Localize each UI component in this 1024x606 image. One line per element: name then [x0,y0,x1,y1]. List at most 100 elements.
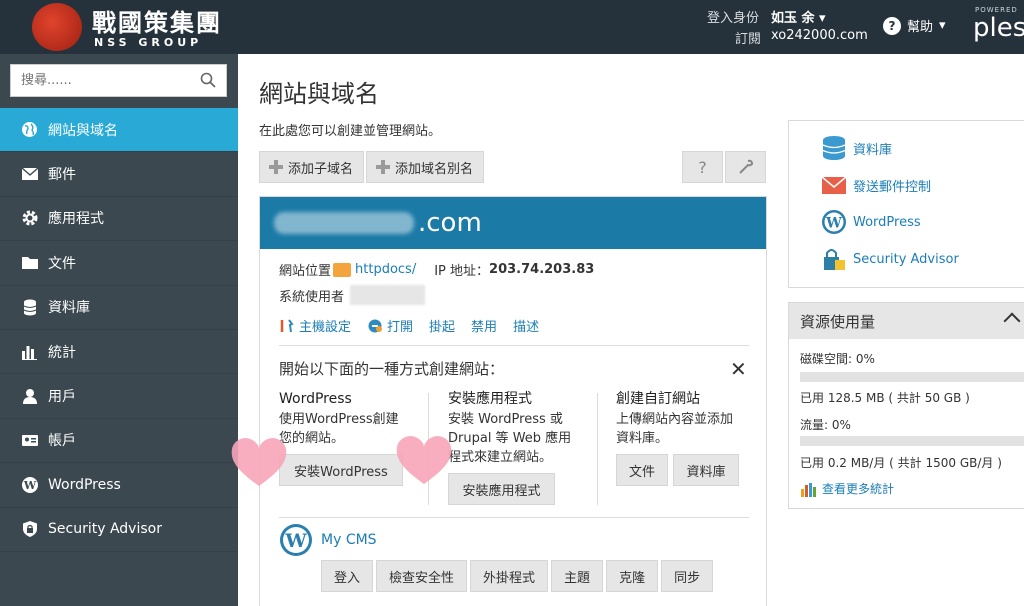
chevron-up-icon[interactable] [1003,312,1021,330]
plus-icon [268,159,284,175]
resource-usage-title: 資源使用量 [800,312,876,331]
custom-site-desc-2: 資料庫。 [616,431,669,446]
add-subdomain-button[interactable]: 添加子域名 [259,151,365,183]
sidebar-item-wordpress[interactable]: W WordPress [0,463,238,508]
cms-sync-button[interactable]: 同步 [661,560,714,592]
action-label: 掛起 [429,320,456,335]
open-link[interactable]: 打開 [367,316,413,335]
site-location-label: 網站位置 [279,264,332,279]
plus-icon [375,159,391,175]
close-icon[interactable]: ✕ [730,357,747,381]
mail-control-link[interactable]: 發送郵件控制 [821,172,931,198]
search-input[interactable] [11,65,191,96]
sidebar-item-label: 應用程式 [48,211,104,228]
cms-clone-button[interactable]: 克隆 [606,560,659,592]
wrench-icon [738,159,753,174]
apps-option-title: 安裝應用程式 [448,391,532,407]
heart-sticker [396,436,452,484]
system-user-redacted [350,285,426,305]
apps-option: 安裝應用程式 安裝 WordPress 或 Drupal 等 Web 應用 程式… [448,390,571,467]
database-icon [822,136,846,160]
description-link[interactable]: 描述 [513,316,539,335]
install-wordpress-button[interactable]: 安裝WordPress [279,454,403,486]
sidebar-item-mail[interactable]: 郵件 [0,152,238,197]
sidebar-item-files[interactable]: 文件 [0,241,238,286]
hosting-settings-link[interactable]: 主機設定 [279,316,351,335]
files-button[interactable]: 文件 [616,454,668,486]
sidebar-item-account[interactable]: 帳戶 [0,419,238,464]
custom-site-title: 創建自訂網站 [616,391,700,407]
svg-text:W: W [825,216,842,232]
sidebar-item-label: 文件 [48,255,76,272]
cms-button-label: 主題 [564,570,591,586]
action-label: 打開 [387,320,414,335]
start-title: 開始以下面的一種方式創建網站： [279,360,505,378]
resource-usage-header[interactable]: 資源使用量 [789,303,1024,339]
sidebar-item-applications[interactable]: 應用程式 [0,197,238,242]
security-advisor-link[interactable]: Security Advisor [821,246,959,272]
sidebar-item-label: 網站與域名 [48,122,118,139]
sidebar-item-statistics[interactable]: 統計 [0,330,238,375]
cms-plugins-button[interactable]: 外掛程式 [470,560,549,592]
cms-themes-button[interactable]: 主題 [551,560,604,592]
cms-check-security-button[interactable]: 檢查安全性 [376,560,468,592]
apps-option-desc-2: Drupal 等 Web 應用 [448,431,572,446]
svg-text:W: W [284,530,307,552]
domain-card: .com 網站位置 httpdocs/ IP 地址： 203.74.203.83… [231,196,767,606]
sidebar-item-websites[interactable]: 網站與域名 [0,108,238,153]
sidebar-item-security-advisor[interactable]: Security Advisor [0,508,238,552]
more-stats-link[interactable]: 查看更多統計 [800,480,894,497]
add-subdomain-label: 添加子域名 [288,161,354,177]
subscription-domain[interactable]: xo242000.com [771,28,868,43]
site-location-row: 網站位置 httpdocs/ IP 地址： 203.74.203.83 [279,260,594,279]
cms-login-button[interactable]: 登入 [321,560,374,592]
wordpress-option-desc-1: 使用WordPress創建 [279,412,399,427]
install-wordpress-label: 安裝WordPress [294,464,388,480]
shield-lock-icon [824,249,845,270]
globe-icon [20,120,39,139]
cms-button-label: 同步 [674,570,701,586]
suspend-link[interactable]: 掛起 [429,316,455,335]
search-box [10,64,227,97]
cms-name-link[interactable]: My CMS [321,532,377,548]
bar-chart-icon [20,342,39,361]
ip-label: IP 地址： [434,264,490,279]
install-applications-button[interactable]: 安裝應用程式 [448,473,555,505]
domain-header[interactable]: .com [260,197,766,249]
page-description: 在此處您可以創建並管理網站。 [259,124,442,139]
user-menu[interactable]: 如玉 余 ▾ [771,7,826,26]
sidebar-item-databases[interactable]: 資料庫 [0,286,238,330]
page-title: 網站與域名 [259,80,379,108]
quick-link-label: 資料庫 [853,142,893,158]
toolbar: 添加子域名 添加域名別名 [259,151,485,183]
add-domain-alias-label: 添加域名別名 [395,161,474,177]
sidebar-item-label: 郵件 [48,167,76,184]
wordpress-link[interactable]: W WordPress [821,209,921,235]
tools-button[interactable] [725,151,766,183]
help-button[interactable]: ? [682,151,723,183]
folder-icon [333,262,352,277]
gear-icon [20,209,39,228]
databases-button[interactable]: 資料庫 [673,454,739,486]
search-icon[interactable] [200,72,216,88]
wordpress-option: WordPress 使用WordPress創建 您的網站。 [279,390,399,448]
sidebar-item-users[interactable]: 用戶 [0,374,238,419]
action-label: 主機設定 [299,320,352,335]
help-menu[interactable]: ? 幫助 ▾ [883,16,946,35]
add-domain-alias-button[interactable]: 添加域名別名 [366,151,485,183]
user-icon [20,387,39,406]
wordpress-icon: W [822,210,846,234]
mail-icon [20,165,39,184]
files-label: 文件 [628,464,655,480]
ip-address: 203.74.203.83 [489,262,595,277]
install-applications-label: 安裝應用程式 [462,483,541,499]
sidebar-item-label: 帳戶 [48,433,76,450]
subscription-label: 訂閱 [735,32,762,47]
divider [279,345,749,346]
heart-sticker [231,438,287,486]
disk-used-text: 已用 128.5 MB ( 共計 50 GB ) [800,391,970,405]
databases-link[interactable]: 資料庫 [821,135,892,161]
disable-link[interactable]: 禁用 [471,316,497,335]
site-location-link[interactable]: httpdocs/ [355,262,416,277]
login-label: 登入身份 [707,11,760,26]
